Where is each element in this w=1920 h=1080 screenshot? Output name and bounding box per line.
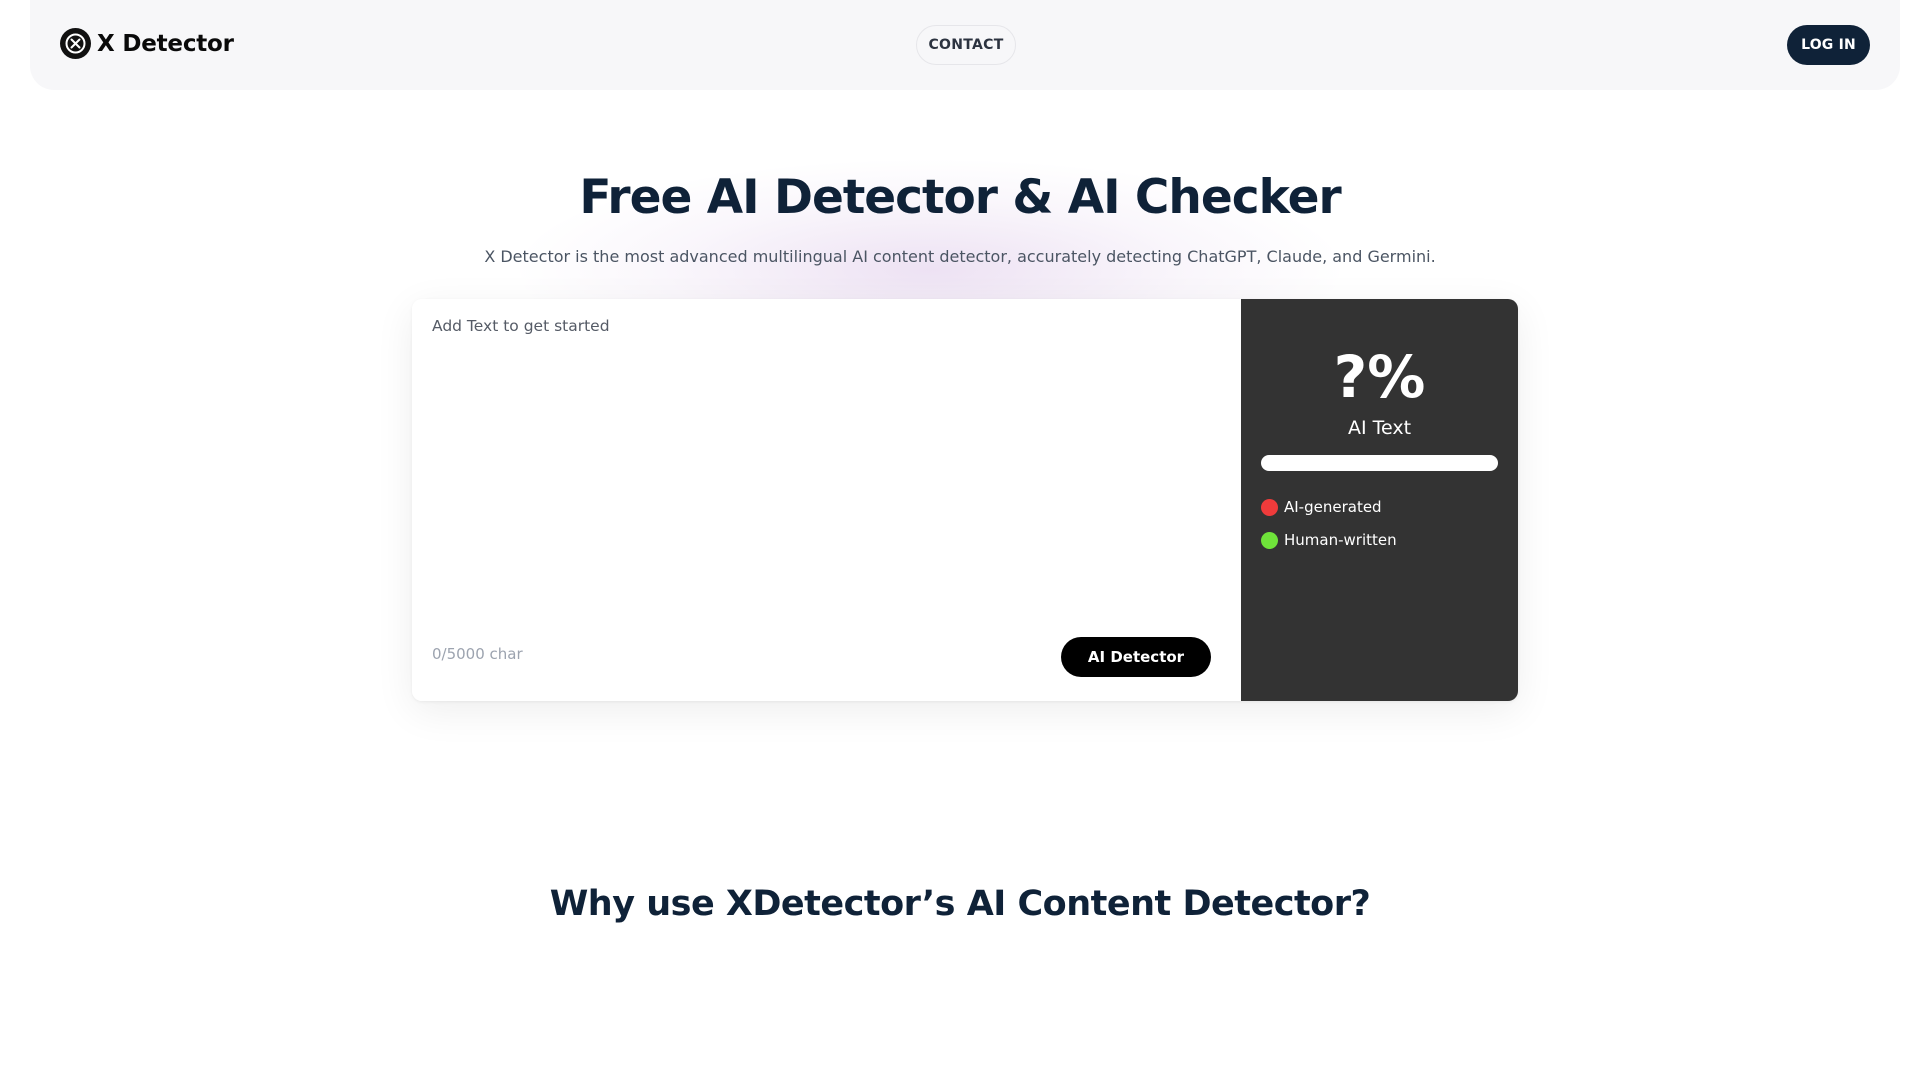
section-title: Why use XDetector’s AI Content Detector? (549, 884, 1371, 924)
brand-logo[interactable]: X Detector (60, 28, 234, 59)
contact-button[interactable]: CONTACT (916, 25, 1016, 65)
site-header: X Detector CONTACT LOG IN (30, 0, 1900, 90)
text-input-placeholder: Add Text to get started (432, 317, 610, 335)
ai-detector-button[interactable]: AI Detector (1061, 637, 1211, 677)
legend-label-human: Human-written (1284, 531, 1397, 549)
result-panel: ?% AI Text AI-generated Human-written (1241, 299, 1518, 701)
legend-item-human: Human-written (1261, 531, 1397, 549)
character-counter: 0/5000 char (432, 645, 523, 663)
text-input-area[interactable]: Add Text to get started 0/5000 char AI D… (412, 299, 1241, 701)
human-written-dot-icon (1261, 531, 1278, 549)
brand-name: X Detector (97, 30, 234, 57)
login-button[interactable]: LOG IN (1787, 25, 1870, 65)
page-subtitle: X Detector is the most advanced multilin… (484, 247, 1436, 266)
page-title: Free AI Detector & AI Checker (579, 170, 1341, 225)
ai-generated-dot-icon (1261, 498, 1278, 516)
ai-percentage: ?% (1333, 343, 1426, 411)
x-circle-icon (60, 28, 91, 59)
legend-label-ai: AI-generated (1284, 498, 1382, 516)
ai-progress-bar (1261, 455, 1498, 471)
detector-card: Add Text to get started 0/5000 char AI D… (412, 299, 1518, 701)
legend-item-ai: AI-generated (1261, 498, 1382, 516)
ai-percentage-label: AI Text (1347, 417, 1412, 439)
